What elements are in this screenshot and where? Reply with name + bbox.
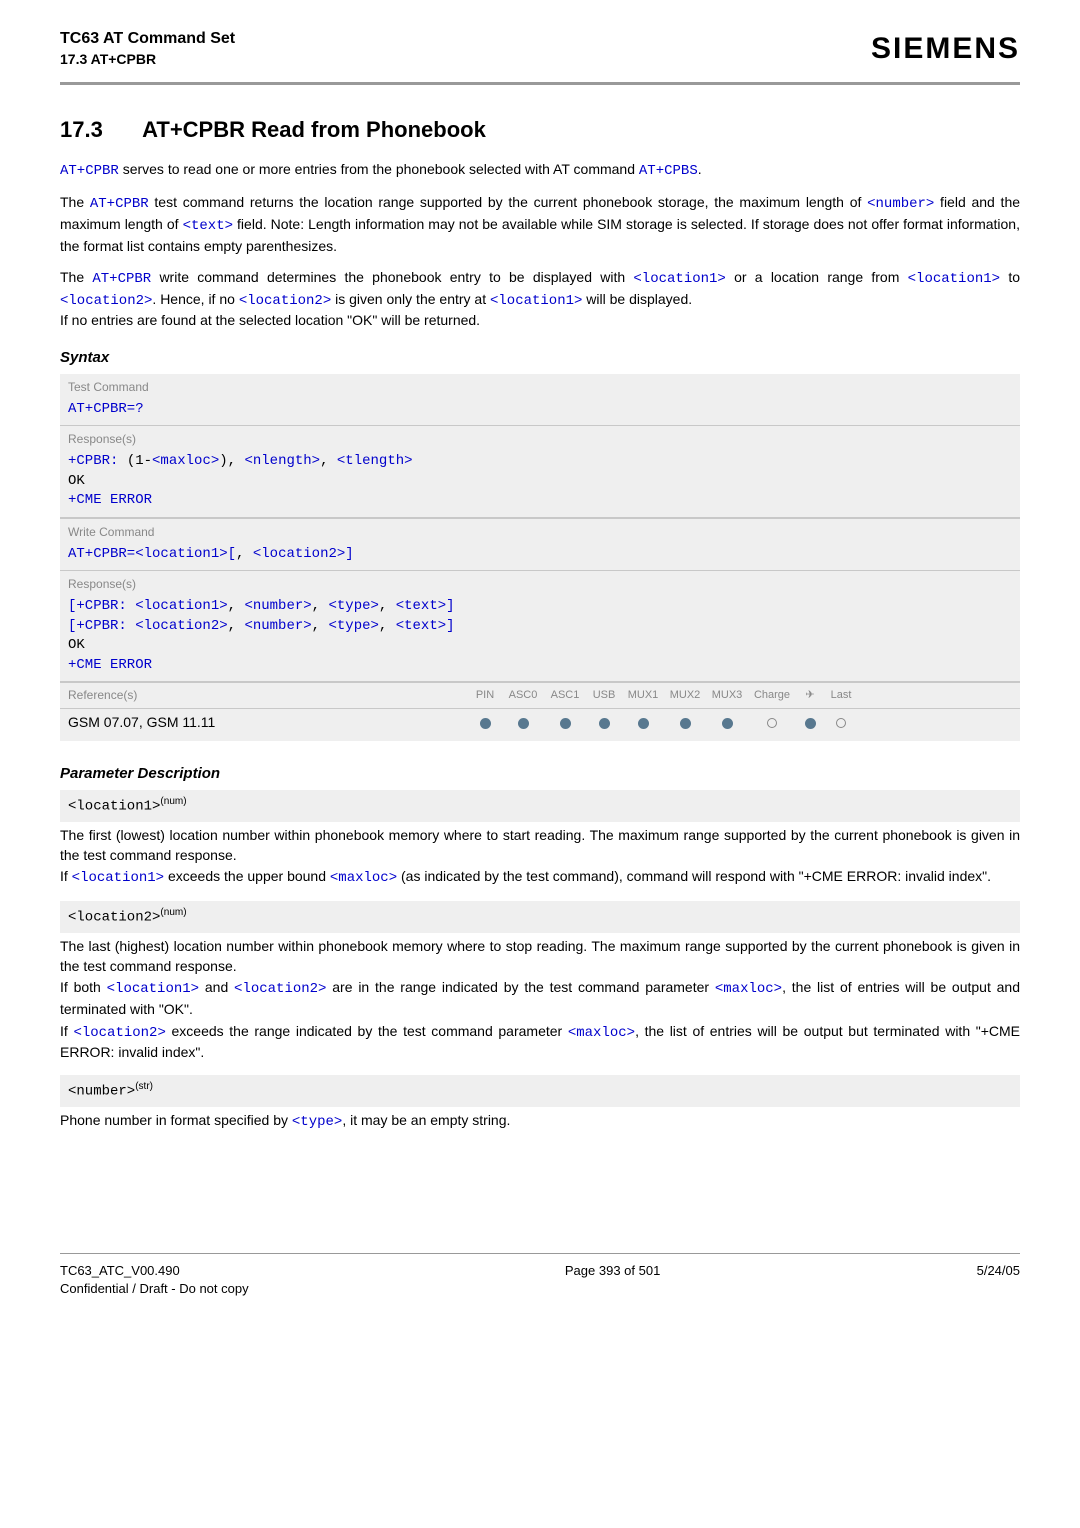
header-divider (60, 82, 1020, 85)
param-link[interactable]: <number> (867, 196, 934, 212)
dot-icon (680, 718, 691, 729)
intro-para-2: The AT+CPBR test command returns the loc… (60, 193, 1020, 256)
write-command-code: AT+CPBR=<location1>[, <location2>] (60, 543, 1020, 571)
param-link[interactable]: <nlength> (244, 453, 320, 469)
col-usb: USB (586, 688, 622, 703)
footer-left: TC63_ATC_V00.490 Confidential / Draft - … (60, 1262, 249, 1298)
doc-section: 17.3 AT+CPBR (60, 50, 235, 70)
param-link[interactable]: <location2> (60, 293, 152, 309)
cmd-link[interactable]: AT+CPBR (92, 271, 151, 287)
param-link[interactable]: <type> (328, 618, 378, 634)
col-airplane: ✈ (796, 688, 824, 703)
response-label: Response(s) (60, 571, 1020, 595)
page-footer: TC63_ATC_V00.490 Confidential / Draft - … (60, 1253, 1020, 1318)
cmd-link[interactable]: AT+CPBR (90, 196, 149, 212)
param-location2-box: <location2>(num) (60, 901, 1020, 933)
col-charge: Charge (748, 688, 796, 703)
dot-icon (805, 718, 816, 729)
param2-p2: If both <location1> and <location2> are … (60, 978, 1020, 1019)
section-number: 17.3 (60, 115, 103, 146)
param-link[interactable]: <location2> (253, 546, 345, 562)
dot-icon (599, 718, 610, 729)
references-label: Reference(s) (68, 687, 468, 704)
footer-right: 5/24/05 (977, 1262, 1020, 1298)
reference-data-row: GSM 07.07, GSM 11.11 (60, 709, 1020, 741)
cmd-link[interactable]: AT+CPBS (639, 163, 698, 179)
cmd-link[interactable]: AT+CPBR (60, 163, 119, 179)
param-link[interactable]: <type> (328, 598, 378, 614)
col-mux3: MUX3 (706, 688, 748, 703)
param-link[interactable]: <location1> (633, 271, 725, 287)
test-command-label: Test Command (60, 374, 1020, 398)
param-link[interactable]: <number> (244, 598, 311, 614)
capability-columns: PIN ASC0 ASC1 USB MUX1 MUX2 MUX3 Charge … (468, 688, 858, 703)
param-link[interactable]: <location2> (239, 293, 331, 309)
param-link[interactable]: <location1> (135, 546, 227, 562)
param1-p1: The first (lowest) location number withi… (60, 826, 1020, 865)
header-left: TC63 AT Command Set 17.3 AT+CPBR (60, 28, 235, 70)
col-pin: PIN (468, 688, 502, 703)
param-link[interactable]: <tlength> (337, 453, 413, 469)
param-link[interactable]: <text> (396, 598, 446, 614)
intro-para-3: The AT+CPBR write command determines the… (60, 268, 1020, 331)
param-link[interactable]: <location2> (234, 981, 326, 997)
param-location1-box: <location1>(num) (60, 790, 1020, 822)
param-link[interactable]: <text> (183, 218, 233, 234)
dot-icon (560, 718, 571, 729)
test-response-code: +CPBR: (1-<maxloc>), <nlength>, <tlength… (60, 450, 1020, 517)
syntax-block: Test Command AT+CPBR=? Response(s) +CPBR… (60, 374, 1020, 741)
param2-p3: If <location2> exceeds the range indicat… (60, 1022, 1020, 1063)
section-heading: 17.3 AT+CPBR Read from Phonebook (60, 115, 1020, 146)
param-link[interactable]: <maxloc> (715, 981, 782, 997)
page-header: TC63 AT Command Set 17.3 AT+CPBR SIEMENS (60, 0, 1020, 78)
param-link[interactable]: <location2> (73, 1025, 165, 1041)
dot-icon (518, 718, 529, 729)
dot-icon (480, 718, 491, 729)
param-link[interactable]: <location1> (908, 271, 1000, 287)
param-link[interactable]: <location1> (135, 598, 227, 614)
footer-center: Page 393 of 501 (565, 1262, 660, 1298)
param1-p2: If <location1> exceeds the upper bound <… (60, 867, 1020, 889)
syntax-heading: Syntax (60, 347, 1020, 368)
param-link[interactable]: <type> (292, 1114, 342, 1130)
col-asc0: ASC0 (502, 688, 544, 703)
capability-dots (468, 718, 858, 729)
param-link[interactable]: <maxloc> (330, 870, 397, 886)
col-mux2: MUX2 (664, 688, 706, 703)
param-number-box: <number>(str) (60, 1075, 1020, 1107)
col-mux1: MUX1 (622, 688, 664, 703)
intro-para-1: AT+CPBR serves to read one or more entri… (60, 160, 1020, 182)
param-link[interactable]: <maxloc> (152, 453, 219, 469)
response-label: Response(s) (60, 426, 1020, 450)
col-asc1: ASC1 (544, 688, 586, 703)
param-link[interactable]: <location2> (135, 618, 227, 634)
param-link[interactable]: <location1> (490, 293, 582, 309)
param2-p1: The last (highest) location number withi… (60, 937, 1020, 976)
param-link[interactable]: <location1> (107, 981, 199, 997)
section-title: AT+CPBR Read from Phonebook (142, 117, 486, 142)
param-desc-heading: Parameter Description (60, 763, 1020, 784)
col-last: Last (824, 688, 858, 703)
param-link[interactable]: <text> (396, 618, 446, 634)
param-link[interactable]: <maxloc> (568, 1025, 635, 1041)
dot-icon (722, 718, 733, 729)
brand-logo: SIEMENS (871, 28, 1020, 70)
write-command-label: Write Command (60, 519, 1020, 543)
param3-p1: Phone number in format specified by <typ… (60, 1111, 1020, 1133)
reference-header-row: Reference(s) PIN ASC0 ASC1 USB MUX1 MUX2… (60, 683, 1020, 708)
test-command-code: AT+CPBR=? (60, 398, 1020, 426)
doc-title: TC63 AT Command Set (60, 28, 235, 50)
gsm-refs: GSM 07.07, GSM 11.11 (68, 713, 468, 733)
write-response-code: [+CPBR: <location1>, <number>, <type>, <… (60, 595, 1020, 681)
param-link[interactable]: <location1> (72, 870, 164, 886)
open-dot-icon (836, 718, 846, 728)
open-dot-icon (767, 718, 777, 728)
param-link[interactable]: <number> (244, 618, 311, 634)
dot-icon (638, 718, 649, 729)
